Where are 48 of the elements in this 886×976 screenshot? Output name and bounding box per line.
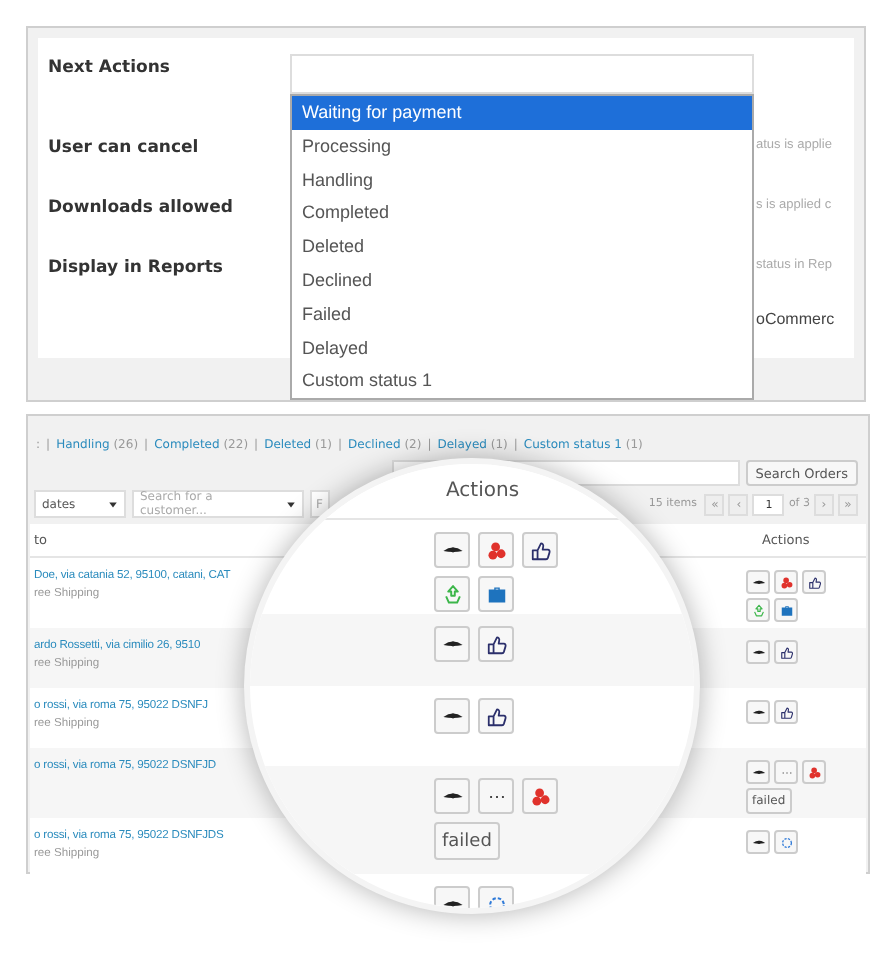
thumbs-up-icon	[529, 539, 551, 561]
spinner-icon	[779, 835, 793, 849]
action-button[interactable]	[434, 698, 470, 734]
dropdown-option[interactable]: Failed	[292, 297, 752, 332]
setting-description: oCommerc	[754, 308, 835, 332]
action-button[interactable]	[746, 700, 770, 724]
thumbs-up-icon	[779, 645, 793, 659]
dropdown-option[interactable]: Completed	[292, 196, 752, 231]
thumbs-up-icon	[485, 633, 507, 655]
action-button[interactable]	[746, 570, 770, 594]
action-button[interactable]	[434, 626, 470, 662]
caret-icon	[108, 499, 118, 509]
caret-icon	[286, 499, 296, 509]
setting-label: Display in Reports	[46, 256, 225, 280]
thumbs-up-icon	[807, 575, 821, 589]
dropdown-option[interactable]: Delayed	[292, 331, 752, 365]
circles-icon	[485, 539, 507, 561]
action-button[interactable]	[802, 570, 826, 594]
dropdown-option[interactable]: Handling	[292, 163, 752, 197]
arrows-icon	[751, 603, 765, 617]
briefcase-icon	[485, 583, 507, 605]
action-button[interactable]	[746, 640, 770, 664]
action-button[interactable]	[434, 532, 470, 568]
action-button[interactable]	[774, 700, 798, 724]
status-button[interactable]: failed	[434, 822, 500, 860]
action-button[interactable]	[478, 698, 514, 734]
circles-icon	[779, 575, 793, 589]
circles-icon	[529, 785, 551, 807]
thumbs-up-icon	[779, 705, 793, 719]
setting-label: Next Actions	[46, 56, 172, 80]
action-button[interactable]	[434, 778, 470, 814]
dropdown-option[interactable]: Deleted	[292, 230, 752, 264]
action-button[interactable]	[746, 830, 770, 854]
dropdown-option[interactable]: Waiting for payment	[292, 96, 752, 130]
action-button[interactable]	[774, 640, 798, 664]
briefcase-icon	[779, 603, 793, 617]
setting-label: User can cancel	[46, 136, 201, 160]
column-header: Actions	[446, 480, 520, 502]
setting-label: Downloads allowed	[46, 196, 235, 220]
thumbs-up-icon	[485, 705, 507, 727]
arrows-icon	[441, 583, 463, 605]
action-button[interactable]	[746, 760, 770, 784]
action-button[interactable]	[478, 626, 514, 662]
dropdown-option[interactable]: Custom status 1	[292, 364, 752, 399]
circles-icon	[807, 765, 821, 779]
dropdown-option[interactable]: Processing	[292, 129, 752, 164]
dropdown-option[interactable]: Declined	[292, 263, 752, 298]
action-button[interactable]	[522, 532, 558, 568]
